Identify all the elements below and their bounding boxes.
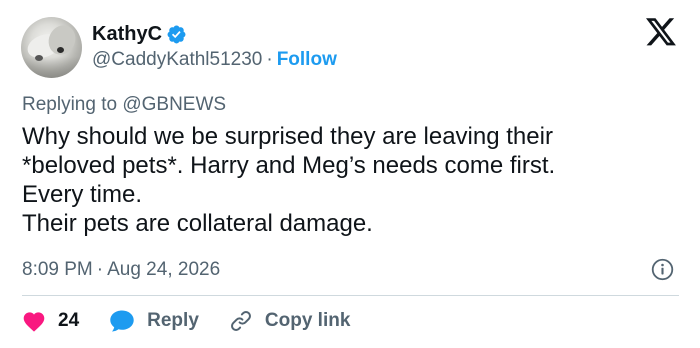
info-icon[interactable] — [651, 258, 674, 281]
reply-label: Reply — [147, 310, 199, 331]
author-avatar[interactable] — [21, 17, 82, 78]
heart-icon — [23, 312, 45, 332]
divider — [22, 295, 679, 296]
tweet-time: 8:09 PM — [22, 259, 93, 280]
tweet-text: Why should we be surprised they are leav… — [22, 122, 692, 238]
speech-bubble-icon — [110, 310, 134, 332]
copy-link-label: Copy link — [264, 310, 351, 331]
avatar-eye — [57, 47, 64, 53]
tweet-text-line: Every time. — [22, 181, 143, 208]
separator-dot: · — [266, 49, 273, 70]
link-icon — [230, 311, 251, 331]
replying-to: Replying to @GBNEWS — [22, 93, 226, 117]
action-bar: 24 Reply Copy link — [22, 307, 380, 335]
x-logo-icon[interactable] — [646, 18, 677, 47]
reply-button[interactable]: Reply — [109, 309, 199, 333]
tweet-card: KathyC @CaddyKathl51230 · Follow Replying … — [0, 0, 700, 348]
replying-mention[interactable]: @GBNEWS — [122, 94, 226, 115]
avatar-shade — [21, 57, 82, 78]
like-count: 24 — [58, 310, 80, 331]
author-handle-row: @CaddyKathl51230 · Follow — [92, 48, 337, 72]
tweet-timestamp[interactable]: 8:09 PM · Aug 24, 2026 — [22, 258, 220, 282]
tweet-text-line: Their pets are collateral damage. — [22, 210, 373, 237]
author-name[interactable]: KathyC — [92, 22, 162, 46]
author-handle[interactable]: @CaddyKathl51230 — [92, 49, 262, 70]
follow-button[interactable]: Follow — [277, 49, 337, 70]
tweet-text-line: Why should we be surprised they are leav… — [22, 123, 553, 150]
tweet-text-line: *beloved pets*. Harry and Meg’s needs co… — [22, 152, 556, 179]
like-button[interactable]: 24 — [22, 309, 79, 333]
replying-prefix: Replying to — [22, 94, 118, 115]
copy-link-button[interactable]: Copy link — [229, 309, 351, 333]
separator-dot: · — [96, 259, 104, 280]
verified-badge-icon — [167, 25, 186, 44]
tweet-date: Aug 24, 2026 — [107, 259, 221, 280]
